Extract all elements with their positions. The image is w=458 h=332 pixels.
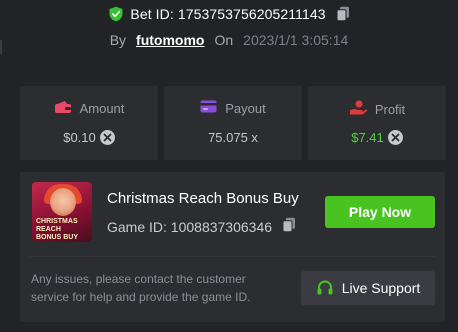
card-divider xyxy=(30,256,435,257)
profit-label: Profit xyxy=(374,102,406,117)
currency-coin-icon xyxy=(387,130,403,145)
currency-coin-icon xyxy=(99,130,115,145)
payout-stat-card: Payout 75.075 x xyxy=(164,86,302,160)
payout-label: Payout xyxy=(225,100,266,116)
payout-value: 75.075 x xyxy=(208,130,258,145)
game-thumbnail[interactable]: CHRISTMAS REACH BONUS BUY xyxy=(32,182,92,242)
game-title: Christmas Reach Bonus Buy xyxy=(107,190,299,207)
live-support-label: Live Support xyxy=(341,280,421,296)
profit-stat-card: Profit $7.41 xyxy=(308,86,446,160)
bet-date: 2023/1/1 3:05:14 xyxy=(243,32,349,48)
headset-icon xyxy=(316,279,334,297)
profit-value: $7.41 xyxy=(351,130,384,145)
amount-label: Amount xyxy=(79,101,125,116)
on-label: On xyxy=(214,32,234,48)
amount-value: $0.10 xyxy=(63,130,96,145)
copy-bet-id-icon[interactable] xyxy=(336,6,350,22)
live-support-button[interactable]: Live Support xyxy=(301,271,435,305)
bet-id-text: Bet ID: 1753753756205211143 xyxy=(130,6,326,22)
game-id-row: Game ID: 1008837306346 xyxy=(107,217,296,236)
copy-game-id-icon[interactable] xyxy=(282,217,296,236)
play-now-button[interactable]: Play Now xyxy=(325,196,435,228)
amount-stat-card: Amount $0.10 xyxy=(20,86,158,160)
game-id-text: Game ID: 1008837306346 xyxy=(107,218,273,235)
by-label: By xyxy=(109,32,127,48)
username-link[interactable]: futomomo xyxy=(136,32,204,48)
bet-id-row: Bet ID: 1753753756205211143 xyxy=(0,4,458,24)
verified-shield-icon xyxy=(108,6,124,22)
support-notice-text: Any issues, please contact the customer … xyxy=(31,272,251,304)
card-icon xyxy=(200,100,217,116)
game-card: CHRISTMAS REACH BONUS BUY Christmas Reac… xyxy=(20,172,445,322)
thumbnail-logo-text: CHRISTMAS REACH BONUS BUY xyxy=(36,218,79,241)
wallet-icon xyxy=(54,100,72,117)
hand-coin-icon xyxy=(349,100,367,119)
thumbnail-face-shape xyxy=(50,188,76,216)
bet-author-row: By futomomo On 2023/1/1 3:05:14 xyxy=(0,30,458,50)
